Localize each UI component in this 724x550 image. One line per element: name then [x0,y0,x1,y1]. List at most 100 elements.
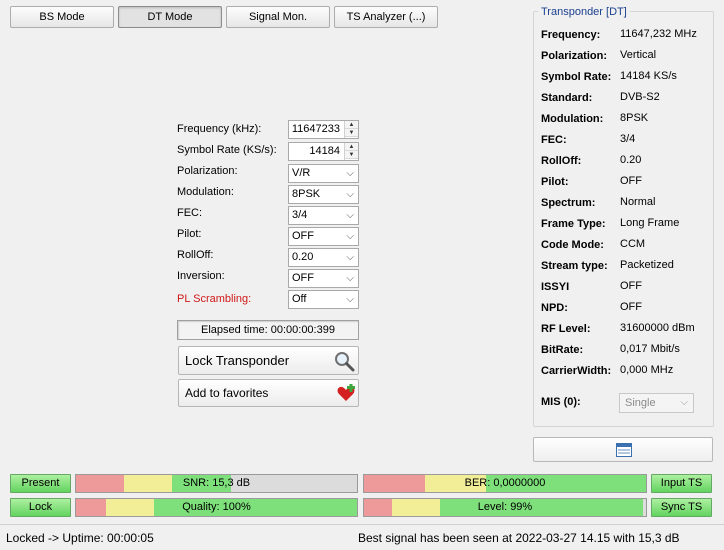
magnifier-icon [335,352,355,372]
transponder-value: 0.20 [620,154,642,166]
polarization-select[interactable]: V/R ⌵ [288,164,359,183]
status-uptime: Locked -> Uptime: 00:00:05 [6,531,154,545]
quality-meter: Quality: 100% [75,498,358,517]
spin-down-icon[interactable]: ▼ [345,129,358,137]
fec-select[interactable]: 3/4 ⌵ [288,206,359,225]
transponder-label: RF Level: [541,323,591,335]
transponder-value: Packetized [620,259,674,271]
transponder-value: CCM [620,238,646,250]
chevron-down-icon: ⌵ [346,273,354,284]
heart-plus-icon [337,384,355,401]
input-ts-indicator: Input TS [651,474,712,493]
transponder-label: ISSYI [541,281,570,293]
mis-value: Single [625,397,656,409]
symbol-rate-spinner[interactable]: 14184 ▲ ▼ [288,142,359,161]
symbol-rate-value: 14184 [309,145,340,157]
spin-up-icon[interactable]: ▲ [345,143,358,151]
add-favorites-label: Add to favorites [185,386,269,400]
ber-text: BER: 0,0000000 [464,477,546,489]
transponder-label: Spectrum: [541,197,596,209]
transponder-label: CarrierWidth: [541,365,612,377]
rolloff-label: RollOff: [177,249,214,261]
mis-select[interactable]: Single ⌵ [619,393,694,413]
pilot-label: Pilot: [177,228,202,240]
transponder-value: 31600000 dBm [620,322,695,334]
level-text: Level: 99% [477,501,533,513]
transponder-label: Pilot: [541,176,569,188]
transponder-value: Vertical [620,49,657,61]
modulation-select[interactable]: 8PSK ⌵ [288,185,359,204]
transponder-label: Standard: [541,92,593,104]
spin-up-icon[interactable]: ▲ [345,121,358,129]
chevron-down-icon: ⌵ [346,252,354,263]
mis-label: MIS (0): [541,396,581,408]
add-favorites-button[interactable]: Add to favorites [178,379,359,407]
frequency-label: Frequency (kHz): [177,123,262,135]
inversion-label: Inversion: [177,270,225,282]
transponder-label: Frame Type: [541,218,606,230]
transponder-label: FEC: [541,134,567,146]
quality-text: Quality: 100% [182,501,251,513]
transponder-value: 0,000 MHz [620,364,674,376]
inversion-value: OFF [292,272,314,284]
status-best-signal: Best signal has been seen at 2022-03-27 … [358,531,680,545]
transponder-label: Modulation: [541,113,604,125]
snr-meter: SNR: 15,3 dB [75,474,358,493]
ber-meter: BER: 0,0000000 [363,474,647,493]
chevron-down-icon: ⌵ [346,210,354,221]
transponder-label: Stream type: [541,260,608,272]
chevron-down-icon: ⌵ [346,231,354,242]
polarization-value: V/R [292,167,311,179]
transponder-label: NPD: [541,302,568,314]
list-view-button[interactable] [533,437,713,462]
fec-label: FEC: [177,207,203,219]
chevron-down-icon: ⌵ [346,168,354,179]
tab-dt-mode[interactable]: DT Mode [118,6,222,28]
transponder-label: Code Mode: [541,239,604,251]
present-indicator: Present [10,474,71,493]
transponder-value: OFF [620,301,642,313]
transponder-value: OFF [620,175,642,187]
chevron-down-icon: ⌵ [346,189,354,200]
transponder-value: Normal [620,196,656,208]
polarization-label: Polarization: [177,165,238,177]
rolloff-value: 0.20 [292,251,314,263]
transponder-label: RollOff: [541,155,582,167]
transponder-label: Polarization: [541,50,608,62]
transponder-value: 0,017 Mbit/s [620,343,680,355]
transponder-label: Frequency: [541,29,601,41]
transponder-value: DVB-S2 [620,91,660,103]
pilot-value: OFF [292,230,314,242]
transponder-value: 11647,232 MHz [620,28,697,40]
fec-value: 3/4 [292,209,308,221]
spin-down-icon[interactable]: ▼ [345,151,358,159]
level-meter: Level: 99% [363,498,647,517]
transponder-label: BitRate: [541,344,584,356]
symbol-rate-label: Symbol Rate (KS/s): [177,144,277,156]
tab-signal-monitor[interactable]: Signal Mon. [226,6,330,28]
inversion-select[interactable]: OFF ⌵ [288,269,359,288]
sync-ts-indicator: Sync TS [651,498,712,517]
tab-ts-analyzer[interactable]: TS Analyzer (...) [334,6,438,28]
lock-indicator: Lock [10,498,71,517]
transponder-value: Long Frame [620,217,680,229]
list-view-icon [616,443,632,457]
status-bar: Locked -> Uptime: 00:00:05 Best signal h… [0,524,724,550]
chevron-down-icon: ⌵ [346,294,354,305]
transponder-title: Transponder [DT] [538,6,630,18]
pilot-select[interactable]: OFF ⌵ [288,227,359,246]
tab-bs-mode[interactable]: BS Mode [10,6,114,28]
frequency-spinner[interactable]: 11647233 ▲ ▼ [288,120,359,139]
frequency-value: 11647233 [291,123,340,135]
lock-transponder-button[interactable]: Lock Transponder [178,346,359,375]
rolloff-select[interactable]: 0.20 ⌵ [288,248,359,267]
transponder-label: Symbol Rate: [541,71,612,83]
pl-scrambling-select[interactable]: Off ⌵ [288,290,359,309]
pl-scrambling-value: Off [292,293,307,305]
elapsed-time: Elapsed time: 00:00:00:399 [177,320,359,340]
transponder-value: OFF [620,280,642,292]
transponder-value: 14184 KS/s [620,70,677,82]
pl-scrambling-label: PL Scrambling: [177,293,252,305]
transponder-value: 3/4 [620,133,636,145]
modulation-value: 8PSK [292,188,321,200]
